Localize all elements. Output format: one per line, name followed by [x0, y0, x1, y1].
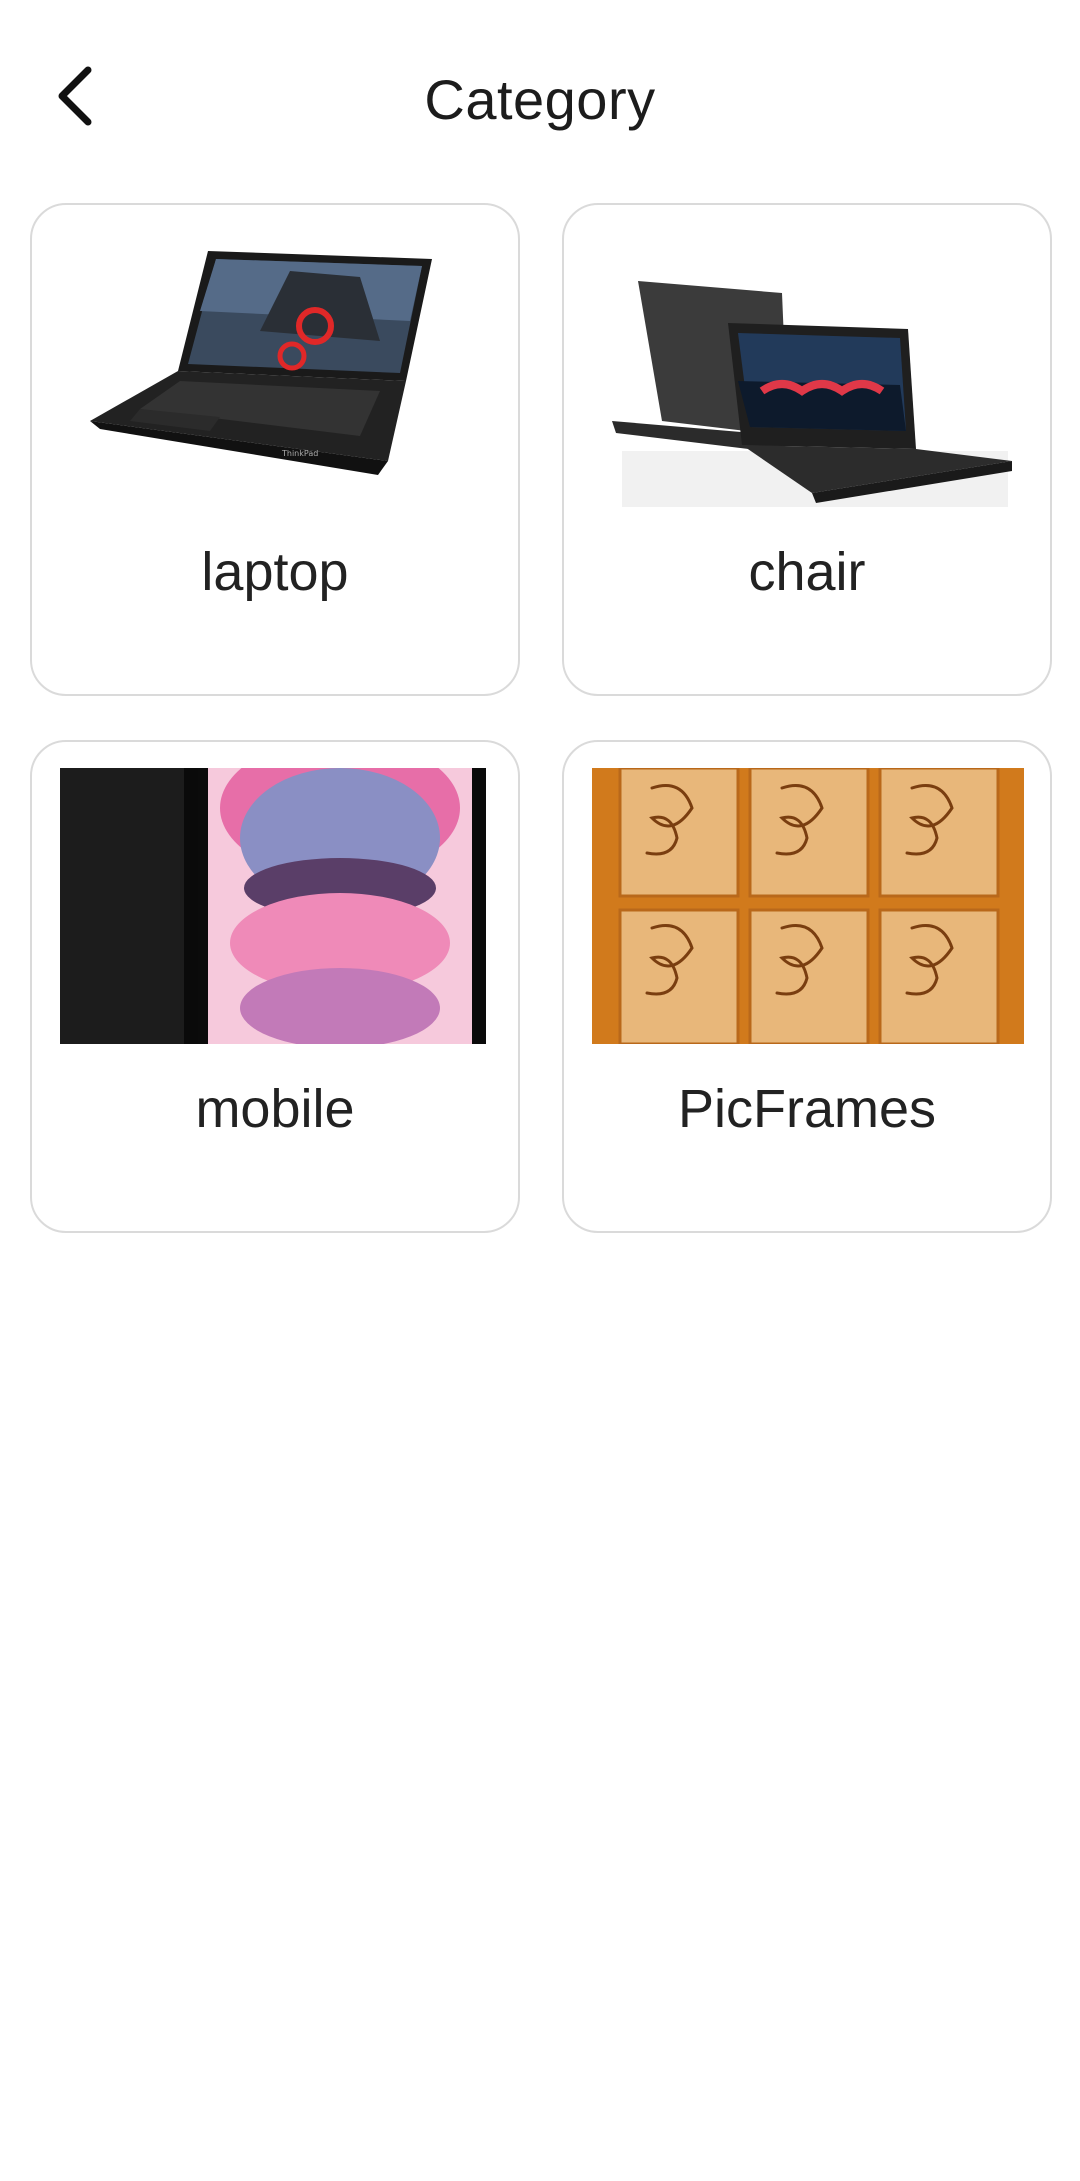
laptop-image: ThinkPad — [60, 231, 492, 507]
category-card-picframes[interactable]: PicFrames — [562, 740, 1052, 1233]
mobile-phone-image — [60, 768, 492, 1044]
category-card-chair[interactable]: chair — [562, 203, 1052, 696]
page-title: Category — [424, 68, 656, 131]
category-card-mobile[interactable]: mobile — [30, 740, 520, 1233]
svg-text:ThinkPad: ThinkPad — [281, 449, 318, 458]
category-card-laptop[interactable]: ThinkPad laptop — [30, 203, 520, 696]
category-label: PicFrames — [677, 1079, 937, 1139]
laptops-pair-image — [592, 231, 1024, 507]
wood-carved-frames-image — [592, 768, 1024, 1044]
app-header: Category — [0, 0, 1080, 200]
category-grid: ThinkPad laptop chair mobile PicFrames — [30, 203, 1052, 1233]
category-label: laptop — [201, 542, 349, 602]
category-label: chair — [748, 542, 866, 602]
category-screen: Category ThinkPad laptop chair mobile Pi… — [0, 0, 1080, 2181]
category-label: mobile — [195, 1079, 355, 1139]
